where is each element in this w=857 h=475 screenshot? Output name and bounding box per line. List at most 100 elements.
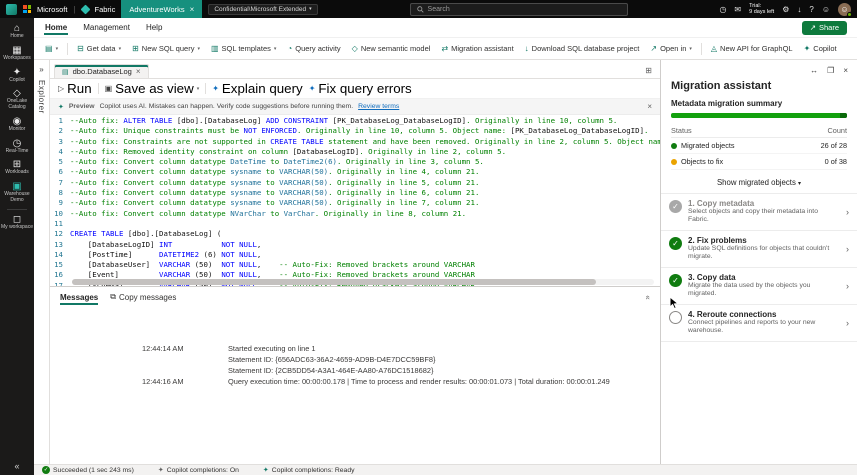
- code-line: 9 --Auto fix: Convert column datatype sys…: [50, 198, 660, 208]
- sidebar-item-workloads[interactable]: ⊞ Workloads: [0, 157, 34, 179]
- toolbar-new-semantic-model-button[interactable]: ◇ New semantic model: [347, 41, 436, 56]
- scrollbar-thumb[interactable]: [72, 279, 596, 285]
- panel-controls: ↔ ❐ ×: [661, 60, 857, 77]
- trial-badge[interactable]: Trial: 9 days left: [749, 3, 774, 16]
- message-text: Statement ID: {656ADC63-36A2-4659-AD9B-D…: [228, 355, 436, 364]
- nav-toggle-icon[interactable]: «: [14, 461, 19, 475]
- chevron-right-icon[interactable]: ›: [846, 207, 849, 217]
- line-number: 13: [54, 239, 63, 249]
- close-icon[interactable]: ×: [647, 102, 652, 111]
- explain-query-button[interactable]: ✦ Explain query: [212, 81, 302, 96]
- migration-step-3-copy-data[interactable]: ✓ 3. Copy data Migrate the data used by th…: [661, 268, 857, 305]
- migration-step-2-fix-problems[interactable]: ✓ 2. Fix problems Update SQL definitions f…: [661, 231, 857, 268]
- search-input[interactable]: Search: [409, 2, 628, 16]
- close-icon[interactable]: ×: [136, 67, 141, 76]
- settings-gear-icon[interactable]: ⚙: [782, 5, 789, 14]
- migration-step-1-copy-metadata[interactable]: ✓ 1. Copy metadata Select objects and copy…: [661, 194, 857, 231]
- sidebar-item-real-time[interactable]: ◷ Real-Time: [0, 136, 34, 158]
- toolbar-sql-templates-button[interactable]: ▥ SQL templates ▾: [206, 41, 281, 56]
- collapse-panel-icon[interactable]: «: [643, 295, 652, 299]
- toolbar-label: Migration assistant: [451, 44, 514, 53]
- fabric-app-icon[interactable]: [6, 3, 17, 15]
- copilot-icon: ✦: [803, 43, 811, 53]
- editor-layout-icon[interactable]: ⊞: [641, 66, 656, 78]
- sidebar-divider: [7, 208, 27, 210]
- sidebar-item-my-workspace[interactable]: ◻ My workspace: [0, 212, 34, 234]
- toolbar-label: Get data: [86, 44, 116, 53]
- sidebar-item-copilot[interactable]: ✦ Copilot: [0, 65, 34, 87]
- code-text: --Auto fix: Removed identity constraint …: [70, 146, 507, 156]
- toolbar-divider: [67, 42, 69, 55]
- toolbar-label: SQL templates: [221, 44, 271, 53]
- mouse-cursor: [669, 296, 680, 310]
- mail-icon[interactable]: ✉: [734, 5, 741, 14]
- sidebar-item-workspaces[interactable]: ▦ Workspaces: [0, 43, 34, 65]
- toolbar-migration-assistant-button[interactable]: ⇄ Migration assistant: [436, 41, 518, 56]
- copilot-completions-toggle[interactable]: ✦ Copilot completions: On: [158, 466, 239, 475]
- sql-code-editor[interactable]: 1 --Auto fix: ALTER TABLE [dbo].[Database…: [50, 115, 660, 286]
- toolbar-query-activity-button[interactable]: ◔ Query activity: [282, 41, 345, 56]
- line-number: 6: [58, 167, 63, 177]
- line-number: 1: [58, 116, 63, 125]
- step-title: 2. Fix problems: [688, 235, 747, 245]
- line-number: 8: [58, 188, 63, 198]
- new-item-icon: ▤: [45, 43, 53, 53]
- code-text: [DatabaseLogID] INT NOT NULL,: [70, 239, 262, 249]
- horizontal-scrollbar[interactable]: [72, 279, 654, 285]
- toolbar-new-api-for-graphql-button[interactable]: ◬ New API for GraphQL: [706, 41, 798, 56]
- status-count: 26 of 28: [820, 141, 847, 150]
- download-icon[interactable]: ↓: [797, 5, 801, 14]
- share-button[interactable]: ↗ Share: [801, 20, 847, 35]
- brand-label: Microsoft: [37, 4, 68, 14]
- status-table-row: Objects to fix 0 of 38: [671, 154, 847, 170]
- help-icon[interactable]: ?: [809, 5, 813, 14]
- migration-step-4-reroute-connections[interactable]: 4. Reroute connections Connect pipelines …: [661, 305, 857, 342]
- chevron-right-icon[interactable]: ›: [846, 281, 849, 291]
- toolbar-download-sql-database-project-button[interactable]: ↓ Download SQL database project: [520, 41, 645, 56]
- fix-query-errors-button[interactable]: ✦ Fix query errors: [309, 81, 412, 96]
- history-icon[interactable]: ◷: [719, 5, 726, 14]
- menu-item-help[interactable]: Help: [145, 20, 163, 35]
- workspace-tab[interactable]: AdventureWorks ×: [121, 0, 203, 18]
- close-icon[interactable]: ×: [843, 66, 848, 75]
- expand-explorer-icon[interactable]: »: [39, 65, 43, 74]
- code-line: 2 --Auto fix: Unique constraints must be …: [50, 126, 660, 136]
- menu-item-management[interactable]: Management: [82, 20, 131, 35]
- sensitivity-label[interactable]: Confidential\Microsoft Extended ▾: [208, 3, 318, 15]
- sidebar-item-warehouse-demo[interactable]: ▣ Warehouse Demo: [0, 179, 34, 207]
- message-text: Query execution time: 00:00:00.178 | Tim…: [228, 377, 610, 386]
- avatar[interactable]: ☺: [838, 2, 852, 17]
- menu-item-home[interactable]: Home: [44, 20, 68, 35]
- copilot-completions-status: ✦ Copilot completions: Ready: [262, 466, 355, 475]
- resize-panel-icon[interactable]: ↔: [810, 66, 818, 75]
- show-migrated-objects-link[interactable]: Show migrated objects ▾: [661, 172, 857, 194]
- feedback-icon[interactable]: ☺: [822, 5, 830, 14]
- toolbar-new-sql-query-button[interactable]: ⊞ New SQL query ▾: [127, 41, 205, 56]
- toolbar-new-item-button[interactable]: ▤ ▾: [40, 42, 63, 56]
- sidebar-item-home[interactable]: ⌂ Home: [0, 21, 34, 43]
- chevron-right-icon[interactable]: ›: [846, 244, 849, 254]
- save-as-view-button[interactable]: ▣ Save as view ▾: [105, 81, 200, 96]
- close-icon[interactable]: ×: [190, 5, 195, 14]
- chevron-right-icon[interactable]: ›: [846, 318, 849, 328]
- run-button[interactable]: ▷ Run: [58, 81, 92, 96]
- query-tab[interactable]: ▤ dbo.DatabaseLog ×: [54, 64, 149, 78]
- copy-messages-button[interactable]: ⧉ Copy messages: [110, 292, 176, 302]
- editor-tab-bar: ▤ dbo.DatabaseLog × ⊞: [50, 60, 660, 79]
- messages-tab[interactable]: Messages: [60, 290, 98, 305]
- review-terms-link[interactable]: Review terms: [358, 103, 399, 110]
- toolbar-copilot-button[interactable]: ✦ Copilot: [799, 41, 842, 56]
- chevron-down-icon: ▾: [689, 45, 692, 52]
- sidebar-item-onelake-catalog[interactable]: ◇ OneLake Catalog: [0, 86, 34, 114]
- play-icon: ▷: [58, 84, 65, 93]
- copy-icon: ⧉: [110, 292, 116, 301]
- expand-panel-icon[interactable]: ❐: [827, 66, 834, 75]
- realtime-icon: ◷: [12, 137, 22, 149]
- code-text: --Auto fix: Convert column datatype Date…: [70, 157, 484, 167]
- toolbar-open-in-button[interactable]: ↗ Open in ▾: [645, 41, 697, 56]
- status-label: Migrated objects: [681, 141, 735, 150]
- chevron-down-icon: ▾: [196, 85, 200, 92]
- sidebar-item-monitor[interactable]: ◉ Monitor: [0, 114, 34, 136]
- toolbar-get-data-button[interactable]: ⊟ Get data ▾: [72, 41, 126, 56]
- line-number: 12: [54, 229, 63, 239]
